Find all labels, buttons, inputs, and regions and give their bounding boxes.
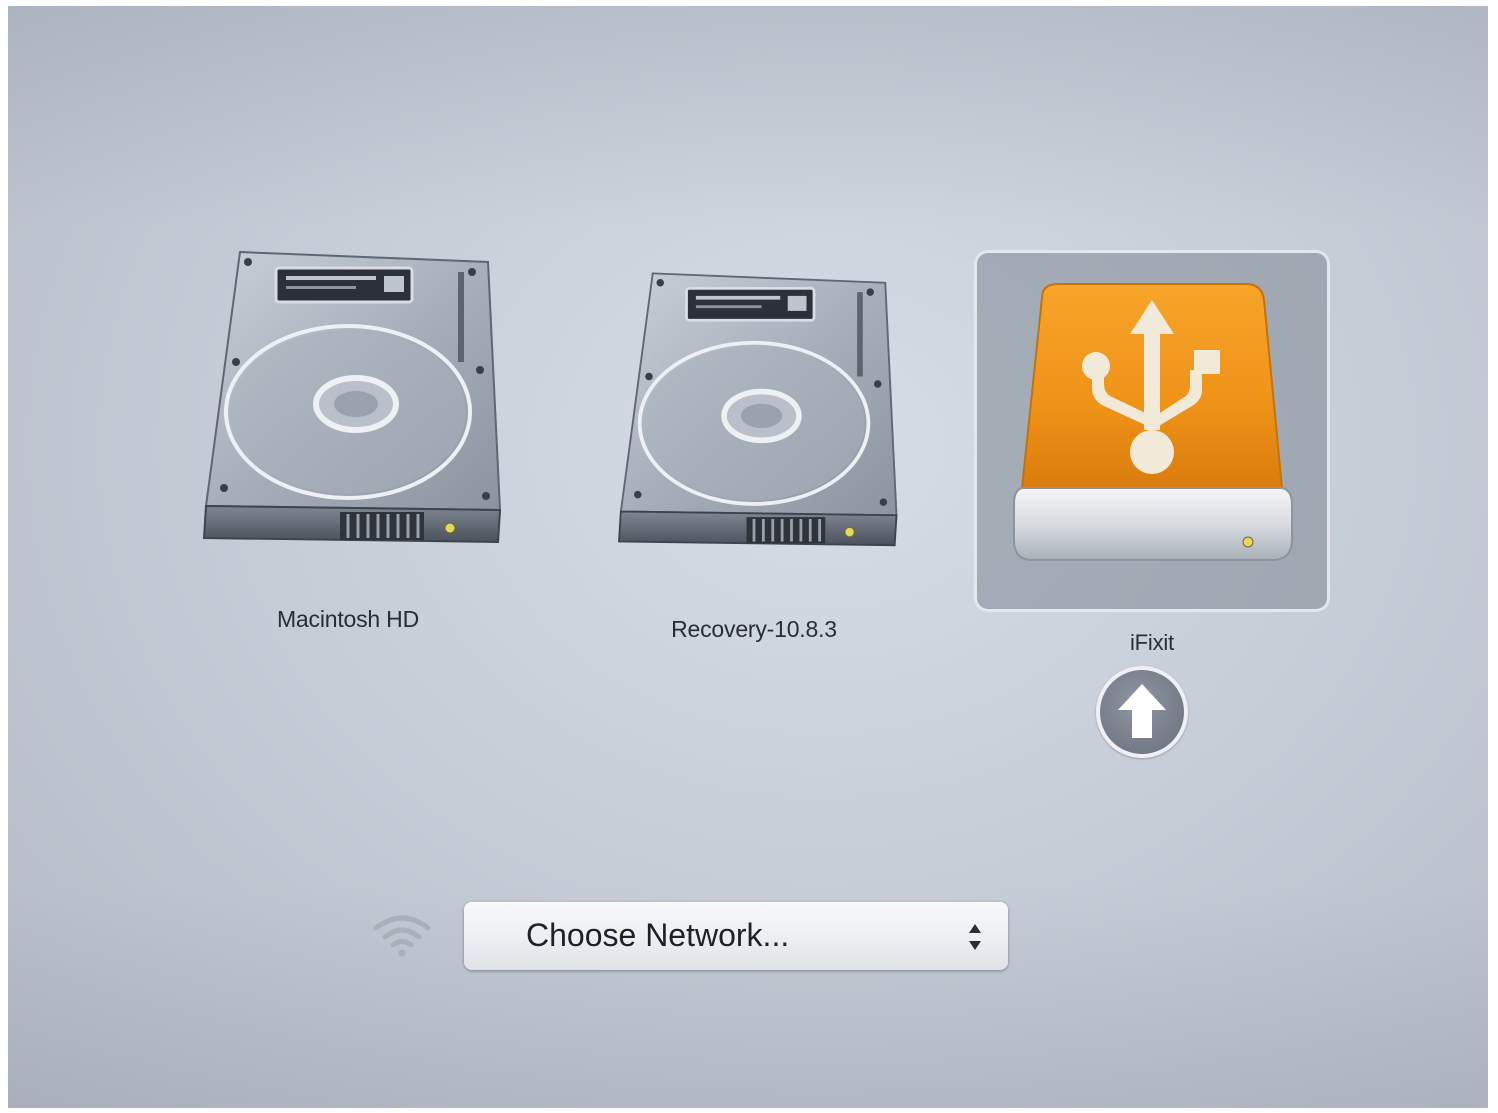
- disk-label: Recovery-10.8.3: [671, 616, 837, 642]
- internal-hard-drive-icon: [618, 272, 898, 547]
- wifi-icon: [373, 915, 431, 957]
- usb-drive-icon: [1013, 283, 1293, 561]
- disk-recovery[interactable]: Recovery-10.8.3: [604, 264, 904, 654]
- updown-stepper-icon: [969, 924, 981, 950]
- disk-ifixit[interactable]: iFixit: [974, 250, 1330, 660]
- startup-manager-screen: Macintosh HD Recovery-10.8.3 iFixit Choo…: [8, 6, 1488, 1108]
- disk-label: iFixit: [1129, 630, 1174, 655]
- choose-network-popup[interactable]: Choose Network...: [464, 902, 1008, 970]
- network-popup-label: Choose Network...: [526, 917, 790, 953]
- up-arrow-icon: [1118, 684, 1166, 738]
- disk-label: Macintosh HD: [276, 606, 420, 632]
- boot-button[interactable]: [1096, 666, 1188, 758]
- internal-hard-drive-icon: [202, 250, 502, 544]
- disk-macintosh-hd[interactable]: Macintosh HD: [188, 242, 508, 642]
